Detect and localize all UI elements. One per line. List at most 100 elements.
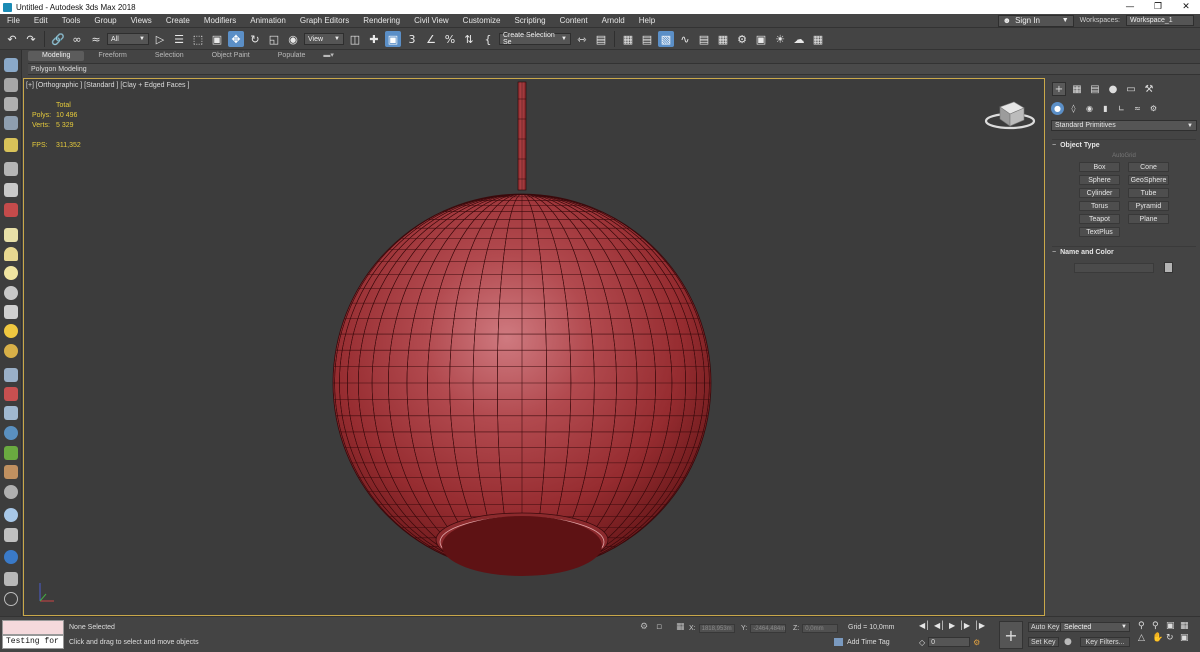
- menu-animation[interactable]: Animation: [243, 16, 293, 25]
- scene-explorer-panel-icon[interactable]: [4, 97, 18, 111]
- align-icon[interactable]: ▤: [593, 31, 609, 47]
- create-icon[interactable]: [4, 58, 18, 72]
- space-warp-icon[interactable]: [4, 387, 18, 401]
- hemisphere-icon[interactable]: [4, 247, 18, 261]
- viewport-layout-icon[interactable]: [4, 78, 18, 92]
- cone-button[interactable]: Cone: [1128, 162, 1169, 172]
- undo-icon[interactable]: ↶: [4, 31, 20, 47]
- shapes-category-icon[interactable]: ◊: [1067, 102, 1080, 115]
- select-and-scale-icon[interactable]: ◱: [266, 31, 282, 47]
- default-in-out-tangents-icon[interactable]: +: [999, 621, 1023, 649]
- asset-tracking-icon[interactable]: [4, 183, 18, 197]
- name-and-color-rollout-header[interactable]: − Name and Color: [1052, 246, 1196, 256]
- manipulate-icon[interactable]: ✚: [366, 31, 382, 47]
- select-and-move-icon[interactable]: ✥: [228, 31, 244, 47]
- sketch-icon[interactable]: [4, 203, 18, 217]
- cameras-category-icon[interactable]: ▮: [1099, 102, 1112, 115]
- key-selection-dropdown[interactable]: Selected ▼: [1060, 622, 1130, 632]
- ribbon-tab-selection[interactable]: Selection: [141, 51, 198, 61]
- menu-modifiers[interactable]: Modifiers: [197, 16, 243, 25]
- window-crossing-icon[interactable]: ▣: [209, 31, 225, 47]
- x-field[interactable]: 1818,953m: [698, 624, 735, 633]
- a360-gallery-icon[interactable]: ▦: [810, 31, 826, 47]
- menu-customize[interactable]: Customize: [456, 16, 508, 25]
- walk-through-icon[interactable]: [4, 162, 18, 176]
- viewport-label-menu[interactable]: [+] [Orthographic ] [Standard ] [Clay + …: [26, 82, 189, 89]
- paint-icon[interactable]: [4, 485, 18, 499]
- add-time-tag[interactable]: Add Time Tag: [834, 638, 890, 646]
- sphere-button[interactable]: Sphere: [1079, 175, 1120, 185]
- ribbon-panel-label[interactable]: Polygon Modeling: [28, 63, 1200, 75]
- menu-views[interactable]: Views: [124, 16, 159, 25]
- menu-rendering[interactable]: Rendering: [356, 16, 407, 25]
- snaps-toggle-icon[interactable]: 3: [404, 31, 420, 47]
- object-name-field[interactable]: [1074, 262, 1154, 273]
- mirror-icon[interactable]: ⇿: [574, 31, 590, 47]
- geosphere-button[interactable]: GeoSphere: [1128, 175, 1169, 185]
- character-icon[interactable]: [4, 406, 18, 420]
- schematic-view-icon[interactable]: ▤: [696, 31, 712, 47]
- toggle-ribbon-icon[interactable]: ▧: [658, 31, 674, 47]
- hierarchy-tab-icon[interactable]: ▤: [1088, 82, 1102, 96]
- box-button[interactable]: Box: [1079, 162, 1120, 172]
- layer-manager-icon[interactable]: [4, 116, 18, 130]
- tube-button[interactable]: Tube: [1128, 188, 1169, 198]
- current-frame-field[interactable]: 0: [928, 637, 971, 647]
- unlink-icon[interactable]: ∞: [69, 31, 85, 47]
- select-and-place-icon[interactable]: ◉: [285, 31, 301, 47]
- textplus-button[interactable]: TextPlus: [1079, 227, 1120, 237]
- viewport-orthographic[interactable]: [+] [Orthographic ] [Standard ] [Clay + …: [23, 78, 1045, 616]
- pyramid-button[interactable]: Pyramid: [1128, 201, 1169, 211]
- menu-content[interactable]: Content: [553, 16, 595, 25]
- keyboard-shortcut-override-icon[interactable]: ▣: [385, 31, 401, 47]
- angle-snap-icon[interactable]: ∠: [423, 31, 439, 47]
- tools-icon[interactable]: [4, 572, 18, 586]
- plane-button[interactable]: Plane: [1128, 214, 1169, 224]
- globe-icon[interactable]: [4, 426, 18, 440]
- menu-graph-editors[interactable]: Graph Editors: [293, 16, 356, 25]
- render-setup-icon[interactable]: ⚙: [734, 31, 750, 47]
- menu-civil-view[interactable]: Civil View: [407, 16, 456, 25]
- isolate-selection-icon[interactable]: ⚙: [640, 622, 648, 632]
- zoom-all-icon[interactable]: ⚲: [1152, 621, 1166, 631]
- utilities-tab-icon[interactable]: ⚒: [1142, 82, 1156, 96]
- key-filters-button[interactable]: Key Filters...: [1080, 637, 1130, 647]
- maxscript-output[interactable]: [2, 620, 64, 635]
- cone-primitive-icon[interactable]: [4, 305, 18, 319]
- go-to-start-icon[interactable]: ◀│: [919, 621, 930, 630]
- ribbon-tab-freeform[interactable]: Freeform: [84, 51, 140, 61]
- sign-in-button[interactable]: ☻ Sign In ▼: [997, 14, 1074, 27]
- scene-explorer-icon[interactable]: ▦: [620, 31, 636, 47]
- field-of-view-icon[interactable]: △: [1138, 633, 1152, 643]
- viewcube[interactable]: [984, 101, 1036, 130]
- material-sphere-icon[interactable]: [4, 508, 18, 522]
- ribbon-tab-populate[interactable]: Populate: [264, 51, 320, 61]
- named-selection-set-dropdown[interactable]: Create Selection Se ▼: [499, 32, 571, 46]
- percent-snap-icon[interactable]: %: [442, 31, 458, 47]
- helper-icon[interactable]: [4, 368, 18, 382]
- next-frame-icon[interactable]: │▶: [959, 621, 970, 630]
- box-primitive-icon[interactable]: [4, 228, 18, 242]
- render-icon[interactable]: [4, 550, 18, 564]
- y-field[interactable]: -2464,484m: [750, 624, 787, 633]
- menu-group[interactable]: Group: [87, 16, 123, 25]
- reference-coordinate-dropdown[interactable]: View ▼: [304, 33, 344, 45]
- snapshot-icon[interactable]: [4, 528, 18, 542]
- primitive-type-dropdown[interactable]: Standard Primitives ▼: [1051, 120, 1197, 131]
- cylinder-button[interactable]: Cylinder: [1079, 188, 1120, 198]
- sun-light-icon[interactable]: [4, 324, 18, 338]
- go-to-end-icon[interactable]: │▶: [974, 621, 985, 630]
- rectangular-selection-icon[interactable]: ⬚: [190, 31, 206, 47]
- edit-named-selections-icon[interactable]: {: [480, 31, 496, 47]
- autogrid-checkbox[interactable]: AutoGrid: [1048, 153, 1200, 159]
- helpers-category-icon[interactable]: ∟: [1115, 102, 1128, 115]
- render-in-cloud-icon[interactable]: ☁: [791, 31, 807, 47]
- sphere-primitive-icon[interactable]: [4, 266, 18, 280]
- previous-frame-icon[interactable]: ◀│: [934, 621, 945, 630]
- bind-space-warp-icon[interactable]: ≈: [88, 31, 104, 47]
- curve-editor-icon[interactable]: ∿: [677, 31, 693, 47]
- menu-file[interactable]: File: [0, 16, 27, 25]
- close-button[interactable]: ✕: [1172, 2, 1200, 12]
- create-tab-icon[interactable]: +: [1052, 82, 1066, 96]
- play-icon[interactable]: ▶: [949, 621, 955, 630]
